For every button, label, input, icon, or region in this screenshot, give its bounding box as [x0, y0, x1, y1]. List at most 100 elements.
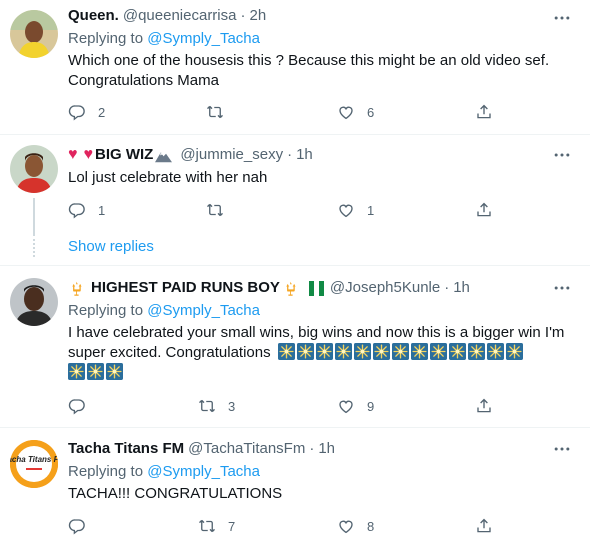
retweet-count: 3: [228, 398, 236, 414]
sparkler-emoji-icon: [297, 343, 314, 360]
separator-dot: ·: [309, 440, 315, 457]
avatar-photo-icon: [10, 10, 58, 58]
tweet-tacha-titans[interactable]: Tacha Titans FM Tacha Titans FM @TachaTi…: [0, 428, 590, 549]
replying-label: Replying to: [68, 463, 148, 480]
retweet-count: 7: [228, 518, 236, 534]
author-name[interactable]: Tacha Titans FM: [68, 439, 184, 459]
timestamp[interactable]: 1h: [296, 145, 313, 165]
retweet-button[interactable]: 7: [198, 517, 235, 535]
replying-to: Replying to @Symply_Tacha: [68, 462, 260, 482]
replying-to: Replying to @Symply_Tacha: [68, 301, 260, 321]
sparkler-emoji-icon: [449, 343, 466, 360]
tweet-text-line: super excited. Congratulations: [68, 344, 271, 361]
like-count: 6: [367, 104, 375, 120]
like-button[interactable]: 6: [337, 103, 374, 121]
timestamp[interactable]: 2h: [249, 6, 266, 26]
separator-dot: ·: [444, 279, 450, 296]
more-options-icon[interactable]: [552, 145, 572, 165]
tweet-queen[interactable]: Queen. @queeniecarrisa · 2h Replying to …: [0, 0, 590, 136]
avatar[interactable]: [10, 278, 58, 326]
more-options-icon[interactable]: [552, 439, 572, 459]
like-count: 9: [367, 398, 375, 414]
heart-icon: [337, 517, 355, 535]
avatar-photo-icon: [10, 278, 58, 326]
author-handle[interactable]: @jummie_sexy: [180, 145, 283, 165]
mention-link[interactable]: @Symply_Tacha: [147, 30, 260, 47]
more-options-icon[interactable]: [552, 278, 572, 298]
tweet-text-line: Which one of the housesis this ? Because…: [68, 52, 550, 69]
like-button[interactable]: 9: [337, 397, 374, 415]
tweet-text: I have celebrated your small wins, big w…: [68, 323, 568, 383]
avatar-photo-icon: [10, 145, 58, 193]
author-handle[interactable]: @TachaTitansFm: [188, 439, 305, 459]
avatar[interactable]: Tacha Titans FM: [10, 440, 58, 488]
tweet-actions: 1 1: [68, 201, 498, 221]
tweet-text-line: Congratulations Mama: [68, 72, 219, 89]
thread-line: [33, 198, 35, 236]
sparkler-emoji-row: [278, 344, 525, 361]
author-handle[interactable]: @queeniecarrisa: [123, 6, 237, 26]
share-button[interactable]: [475, 103, 493, 121]
share-icon: [475, 397, 493, 415]
mention-link[interactable]: @Symply_Tacha: [147, 463, 260, 480]
author-name[interactable]: BIG WIZ: [95, 145, 153, 165]
share-icon: [475, 201, 493, 219]
like-button[interactable]: 8: [337, 517, 374, 535]
reply-icon: [68, 517, 86, 535]
sparkler-emoji-icon: [354, 343, 371, 360]
share-button[interactable]: [475, 397, 493, 415]
tweet-big-wiz[interactable]: ♥ ♥ BIG WIZ @jummie_sexy · 1h Lol just c…: [0, 135, 590, 265]
like-button[interactable]: 1: [337, 201, 374, 219]
nigeria-flag-icon: [308, 280, 324, 296]
logo-text: Tacha Titans FM: [10, 455, 58, 464]
show-replies-link[interactable]: Show replies: [68, 237, 154, 257]
tweet-actions: 3 9: [68, 397, 498, 417]
tweet-text: TACHA!!! CONGRATULATIONS: [68, 485, 283, 502]
tweet-text: Which one of the housesis this ? Because…: [68, 51, 568, 91]
share-button[interactable]: [475, 517, 493, 535]
retweet-button[interactable]: [206, 103, 236, 121]
retweet-icon: [198, 517, 216, 535]
sparkler-emoji-icon: [335, 343, 352, 360]
reply-button[interactable]: [68, 397, 98, 415]
separator-dot: ·: [240, 7, 246, 24]
sparkler-emoji-icon: [278, 343, 295, 360]
timestamp[interactable]: 1h: [318, 439, 335, 459]
reply-button[interactable]: [68, 517, 98, 535]
retweet-button[interactable]: 3: [198, 397, 235, 415]
sparkler-emoji-icon: [468, 343, 485, 360]
author-handle[interactable]: @Joseph5Kunle: [330, 278, 440, 298]
tweet-actions: 2 6: [68, 103, 498, 123]
timestamp[interactable]: 1h: [453, 278, 470, 298]
reply-button[interactable]: 2: [68, 103, 105, 121]
reply-icon: [68, 201, 86, 219]
more-options-icon[interactable]: [552, 8, 572, 28]
sparkler-emoji-icon: [411, 343, 428, 360]
avatar[interactable]: [10, 145, 58, 193]
author-name[interactable]: HIGHEST PAID RUNS BOY: [91, 278, 280, 298]
sparkler-emoji-icon: [487, 343, 504, 360]
author-name[interactable]: Queen.: [68, 6, 119, 26]
replying-to: Replying to @Symply_Tacha: [68, 29, 260, 49]
separator-dot: ·: [287, 146, 293, 163]
like-count: 8: [367, 518, 375, 534]
reply-button[interactable]: 1: [68, 201, 105, 219]
sparkler-emoji-row: [68, 363, 568, 383]
mention-link[interactable]: @Symply_Tacha: [147, 302, 260, 319]
thread-dots: [33, 239, 35, 257]
sparkler-emoji-icon: [373, 343, 390, 360]
heart-icon: [337, 201, 355, 219]
reply-icon: [68, 103, 86, 121]
sparkler-emoji-icon: [316, 343, 333, 360]
tweet-highest-paid[interactable]: HIGHEST PAID RUNS BOY @Joseph5Kunle · 1h…: [0, 266, 590, 426]
mountain-emoji-icon: [155, 151, 173, 162]
retweet-icon: [198, 397, 216, 415]
share-button[interactable]: [475, 201, 493, 219]
share-icon: [475, 517, 493, 535]
heart-emoji-icon: ♥: [83, 146, 94, 163]
avatar[interactable]: [10, 10, 58, 58]
retweet-icon: [206, 103, 224, 121]
retweet-button[interactable]: [206, 201, 236, 219]
sparkler-emoji-icon: [68, 363, 85, 380]
sparkler-emoji-icon: [430, 343, 447, 360]
